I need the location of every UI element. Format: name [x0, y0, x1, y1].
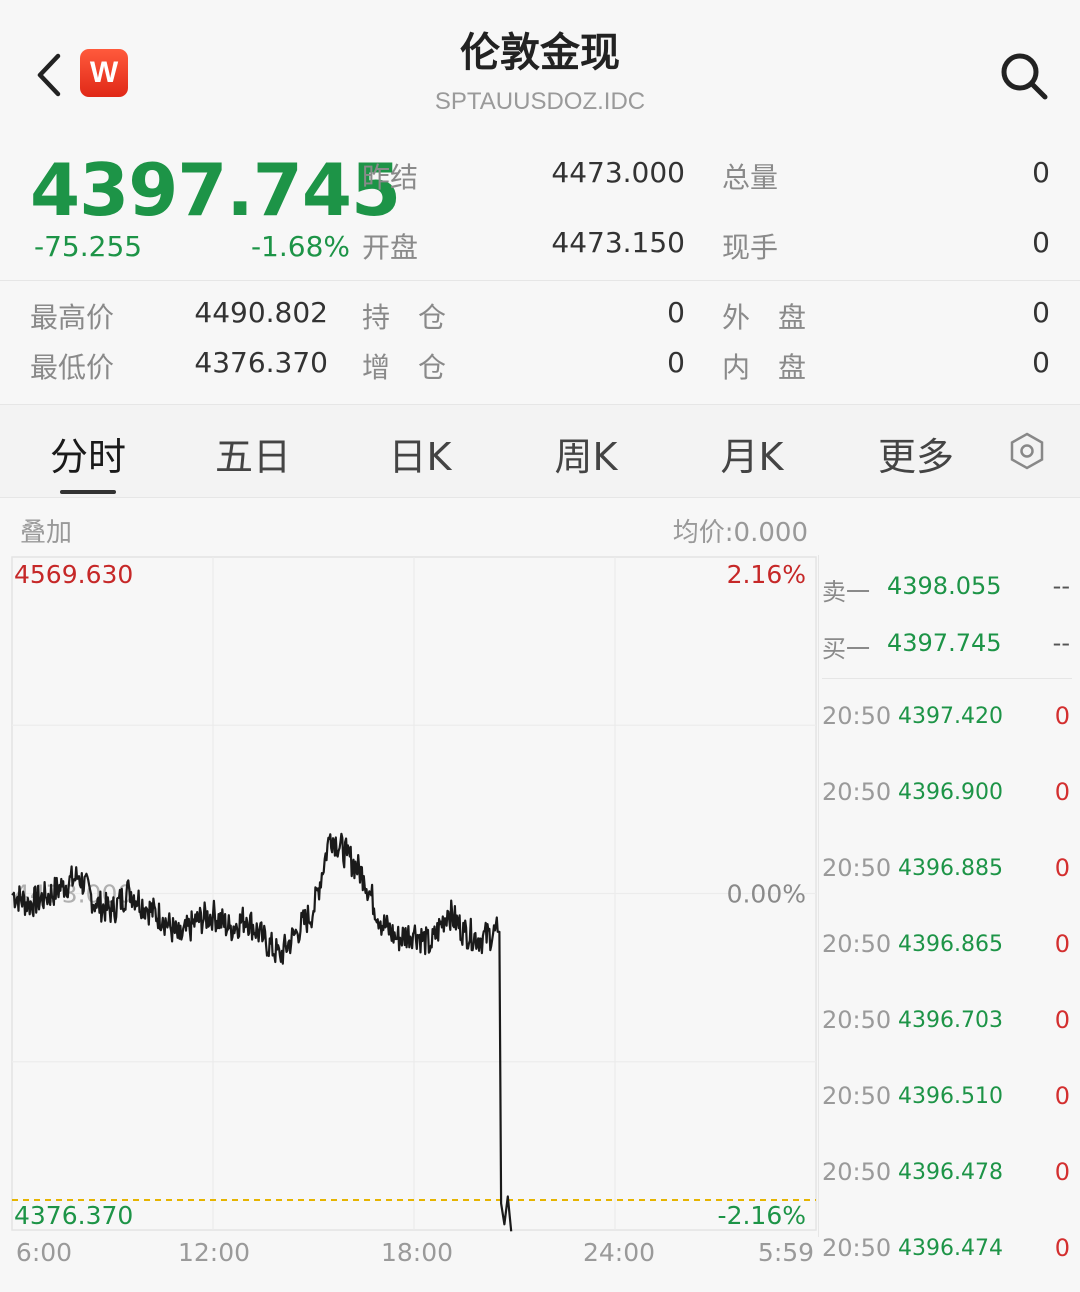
tick-volume: 0: [1054, 930, 1070, 958]
panel-divider: [818, 555, 819, 1237]
tab-daily-k[interactable]: 日K: [370, 426, 470, 481]
stat-value-total-volume: 0: [1032, 156, 1050, 189]
active-tab-indicator: [60, 490, 116, 494]
order-book-bid-label: 买一: [822, 635, 870, 663]
order-book-ask-label: 卖一: [822, 578, 870, 606]
stat-label-open: 开盘: [362, 231, 419, 264]
tick-volume: 0: [1054, 1234, 1070, 1262]
divider: [0, 280, 1080, 281]
tick-price: 4396.703: [898, 1008, 1003, 1033]
last-price: 4397.745: [30, 148, 401, 232]
stat-label-total-volume: 总量: [722, 161, 779, 194]
tick-volume: 0: [1054, 1158, 1070, 1186]
order-book-divider: [822, 678, 1072, 679]
tick-volume: 0: [1054, 778, 1070, 806]
tick-time: 20:50: [822, 1082, 892, 1110]
tab-five-day[interactable]: 五日: [203, 426, 303, 481]
tab-intraday[interactable]: 分时: [38, 426, 138, 481]
order-book-bid-price: 4397.745: [887, 629, 1002, 657]
symbol-code: SPTAUUSDOZ.IDC: [434, 88, 646, 115]
x-tick-label: 18:00: [381, 1238, 453, 1267]
tick-price: 4396.510: [898, 1084, 1003, 1109]
stat-value-high: 4490.802: [194, 296, 328, 329]
tick-price: 4396.474: [898, 1236, 1003, 1261]
stat-label-current-lot: 现手: [722, 231, 779, 264]
back-arrow-icon[interactable]: [30, 50, 70, 100]
tab-more[interactable]: 更多: [866, 426, 966, 481]
y-label-min: 4376.370: [14, 1201, 133, 1230]
stat-label-high: 最高价: [30, 301, 115, 334]
tick-volume: 0: [1054, 702, 1070, 730]
tab-monthly-k[interactable]: 月K: [702, 426, 802, 481]
order-book-ask-volume: --: [1052, 572, 1070, 600]
tick-volume: 0: [1054, 854, 1070, 882]
order-book-ask-price: 4398.055: [887, 572, 1002, 600]
tab-weekly-k[interactable]: 周K: [536, 426, 636, 481]
order-book-bid-volume: --: [1052, 629, 1070, 657]
tick-time: 20:50: [822, 1158, 892, 1186]
price-change-percent: -1.68%: [250, 230, 350, 263]
tick-time: 20:50: [822, 1234, 892, 1262]
pct-label-max: 2.16%: [727, 560, 806, 589]
stat-value-prev-settle: 4473.000: [551, 156, 685, 189]
stat-value-oi-change: 0: [667, 346, 685, 379]
stat-value-open-interest: 0: [667, 296, 685, 329]
stat-label-low: 最低价: [30, 351, 115, 384]
price-change: -75.255: [34, 230, 143, 263]
tick-time: 20:50: [822, 778, 892, 806]
tick-price: 4396.900: [898, 780, 1003, 805]
settings-hexagon-icon[interactable]: [1006, 430, 1048, 472]
stat-label-outer-volume: 外 盘: [722, 301, 807, 334]
tick-price: 4396.478: [898, 1160, 1003, 1185]
intraday-chart[interactable]: 4473.000 4569.630 4376.370 2.16% 0.00% -…: [0, 545, 820, 1285]
tick-volume: 0: [1054, 1006, 1070, 1034]
tick-time: 20:50: [822, 702, 892, 730]
tick-price: 4396.885: [898, 856, 1003, 881]
search-icon[interactable]: [998, 50, 1050, 102]
stat-label-prev-settle: 昨结: [362, 161, 419, 194]
x-tick-label: 5:59: [758, 1238, 814, 1267]
tick-volume: 0: [1054, 1082, 1070, 1110]
stat-label-open-interest: 持 仓: [362, 301, 447, 334]
tick-price: 4397.420: [898, 704, 1003, 729]
tick-price: 4396.865: [898, 932, 1003, 957]
tick-time: 20:50: [822, 930, 892, 958]
x-tick-label: 12:00: [178, 1238, 250, 1267]
app-logo[interactable]: W: [80, 49, 128, 97]
stat-value-open: 4473.150: [551, 226, 685, 259]
y-label-max: 4569.630: [14, 560, 133, 589]
x-tick-label: 24:00: [583, 1238, 655, 1267]
average-price-label: 均价:0.000: [672, 518, 808, 548]
x-axis-ticks: 6:00 12:00 18:00 24:00 5:59: [16, 1238, 814, 1267]
stat-value-low: 4376.370: [194, 346, 328, 379]
pct-label-min: -2.16%: [718, 1201, 806, 1230]
overlay-button[interactable]: 叠加: [20, 512, 72, 549]
tick-time: 20:50: [822, 1006, 892, 1034]
x-tick-label: 6:00: [16, 1238, 72, 1267]
stat-value-outer-volume: 0: [1032, 296, 1050, 329]
stat-label-oi-change: 增 仓: [362, 351, 447, 384]
pct-label-reference: 0.00%: [727, 880, 806, 909]
tick-time: 20:50: [822, 854, 892, 882]
stat-value-current-lot: 0: [1032, 226, 1050, 259]
page-title: 伦敦金现: [460, 30, 620, 76]
stat-value-inner-volume: 0: [1032, 346, 1050, 379]
stat-label-inner-volume: 内 盘: [722, 351, 807, 384]
